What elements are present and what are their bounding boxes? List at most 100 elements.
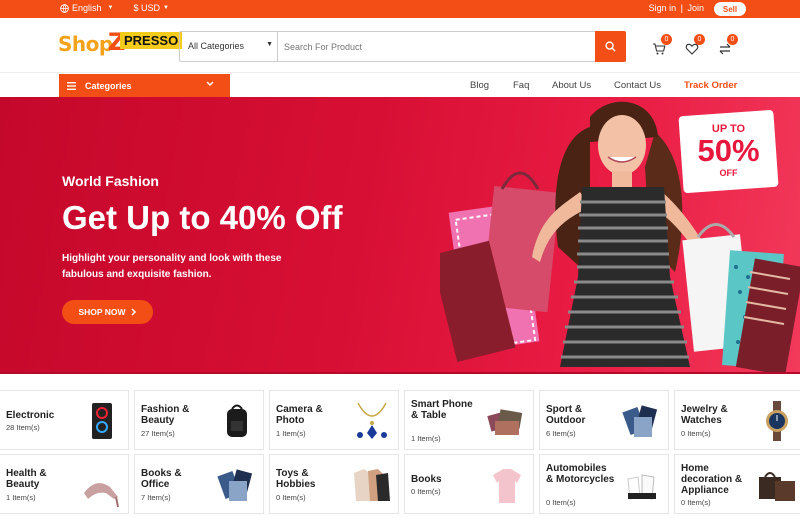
promo-line-2: 50% [697,133,760,168]
main-nav: Categories Blog Faq About Us Contact Us … [0,74,800,97]
shop-now-button[interactable]: SHOP NOW [62,300,153,324]
search-input[interactable] [284,36,584,57]
wishlist-button[interactable]: 0 [685,34,705,56]
hero-description: Highlight your personality and look with… [62,253,282,280]
category-name: Camera & Photo [276,404,323,426]
category-card[interactable]: Camera & Photo 1 Item(s) [269,390,399,450]
search-icon [605,41,616,52]
nav-link-blog[interactable]: Blog [470,80,489,91]
logo[interactable]: Shop Z PRESSO [58,28,183,58]
heels-thumbnail [80,463,124,508]
backpack-thumbnail [215,399,259,443]
category-card[interactable]: Home decoration & Appliance 0 Item(s) [674,454,800,514]
cart-count-badge: 0 [661,34,672,45]
compare-count-badge: 0 [727,34,738,45]
hero-bottom-border [0,372,800,374]
sell-button[interactable]: Sell [714,2,746,16]
nav-link-contact-us[interactable]: Contact Us [614,80,661,91]
hamburger-icon [67,81,76,90]
category-card[interactable]: Books 0 Item(s) [404,454,534,514]
category-item-count: 0 Item(s) [411,487,441,496]
necklace-thumbnail [350,399,394,443]
logo-part-presso: PRESSO [120,32,183,49]
category-item-count: 27 Item(s) [141,429,175,438]
category-name: Jewelry & Watches [681,404,728,426]
category-item-count: 1 Item(s) [411,434,441,443]
category-item-count: 1 Item(s) [6,493,36,502]
shirts-thumbnail [350,463,394,507]
category-name: Home decoration & Appliance [681,463,743,496]
category-card[interactable]: Automobiles & Motorcycles 0 Item(s) [539,454,669,514]
caret-down-icon: ▼ [266,41,273,48]
bags-thumbnail [755,463,799,507]
categories-label: Categories [85,80,132,91]
chevron-down-icon: ▼ [107,5,114,11]
cart-button[interactable]: 0 [652,34,672,56]
nav-link-about-us[interactable]: About Us [552,80,591,91]
category-item-count: 0 Item(s) [546,498,576,507]
category-card[interactable]: Electronic 28 Item(s) [0,390,129,450]
category-name: Smart Phone & Table [411,399,473,421]
language-label: English [72,3,102,13]
shop-now-label: SHOP NOW [78,307,126,317]
watch-thumbnail [755,399,799,443]
header-actions: 0 0 0 [652,34,738,56]
category-card[interactable]: Health & Beauty 1 Item(s) [0,454,129,514]
wallets-thumbnail [485,399,529,443]
category-card[interactable]: Toys & Hobbies 0 Item(s) [269,454,399,514]
category-name: Books & Office [141,468,182,490]
hero-subtitle: World Fashion [62,173,159,189]
category-name: Electronic [6,410,55,421]
category-card[interactable]: Jewelry & Watches 0 Item(s) [674,390,800,450]
category-item-count: 0 Item(s) [681,498,711,507]
category-select-value: All Categories [188,41,245,51]
auth-separator: | [680,3,683,13]
category-item-count: 6 Item(s) [546,429,576,438]
hero-title: Get Up to 40% Off [62,199,343,236]
category-select[interactable]: All Categories ▼ [180,32,278,61]
gloves-thumbnail [620,463,664,507]
top-bar-left: English ▼ $ USD ▼ [60,3,169,13]
category-item-count: 1 Item(s) [276,429,306,438]
join-link[interactable]: Join [687,3,704,13]
chevron-down-icon [206,81,214,87]
category-item-count: 0 Item(s) [276,493,306,502]
category-card[interactable]: Fashion & Beauty 27 Item(s) [134,390,264,450]
header: Shop Z PRESSO All Categories ▼ 0 0 0 [0,18,800,73]
compare-button[interactable]: 0 [718,34,738,56]
chevron-right-icon [131,308,136,316]
category-item-count: 28 Item(s) [6,423,40,432]
search-bar: All Categories ▼ [179,31,626,62]
nav-link-track-order[interactable]: Track Order [684,80,737,91]
language-selector[interactable]: English ▼ [60,3,113,13]
promo-badge: UP TO 50% OFF [678,109,779,194]
category-name: Health & Beauty [6,468,47,490]
currency-label: $ USD [133,3,160,13]
categories-menu-button[interactable]: Categories [59,74,230,97]
chevron-down-icon: ▼ [163,5,169,11]
category-name: Books [411,474,442,485]
category-name: Sport & Outdoor [546,404,586,426]
shirt-thumbnail [485,463,529,507]
top-bar: English ▼ $ USD ▼ Sign in | Join Sell [0,0,800,18]
category-name: Toys & Hobbies [276,468,316,490]
category-card[interactable]: Sport & Outdoor 6 Item(s) [539,390,669,450]
globe-icon [60,3,69,13]
category-name: Automobiles & Motorcycles [546,463,615,485]
category-card[interactable]: Smart Phone & Table 1 Item(s) [404,390,534,450]
hero-banner: UP TO 50% OFF World Fashion Get Up to 40… [0,97,800,374]
promo-line-3: OFF [719,168,738,178]
clothes-thumbnail [620,399,664,443]
currency-selector[interactable]: $ USD ▼ [133,3,168,13]
logo-part-shop: Shop [58,32,113,56]
category-card[interactable]: Books & Office 7 Item(s) [134,454,264,514]
nav-link-faq[interactable]: Faq [513,80,529,91]
category-item-count: 0 Item(s) [681,429,711,438]
wishlist-count-badge: 0 [694,34,705,45]
auth-links: Sign in | Join [649,3,704,13]
pc-case-thumbnail [80,399,124,443]
category-item-count: 7 Item(s) [141,493,171,502]
sign-in-link[interactable]: Sign in [649,3,677,13]
search-button[interactable] [595,31,626,62]
category-name: Fashion & Beauty [141,404,190,426]
